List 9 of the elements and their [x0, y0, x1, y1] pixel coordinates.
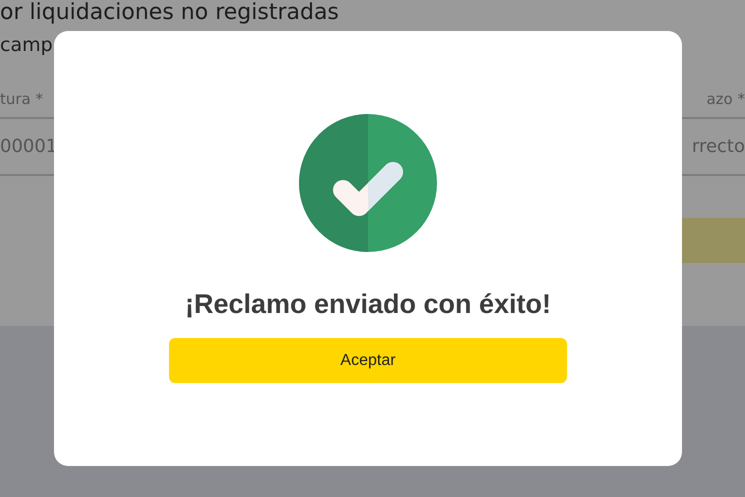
- field-value: rrecto: [692, 136, 745, 157]
- check-icon: [299, 114, 437, 252]
- page-note: camp: [0, 33, 53, 58]
- field-label: azo *: [706, 90, 745, 108]
- dialog-title: ¡Reclamo enviado con éxito!: [184, 289, 552, 320]
- accept-button[interactable]: Aceptar: [169, 338, 567, 383]
- page-heading: or liquidaciones no registradas: [0, 0, 339, 26]
- field-label: tura *: [0, 90, 44, 108]
- field-value: 00001: [0, 136, 58, 157]
